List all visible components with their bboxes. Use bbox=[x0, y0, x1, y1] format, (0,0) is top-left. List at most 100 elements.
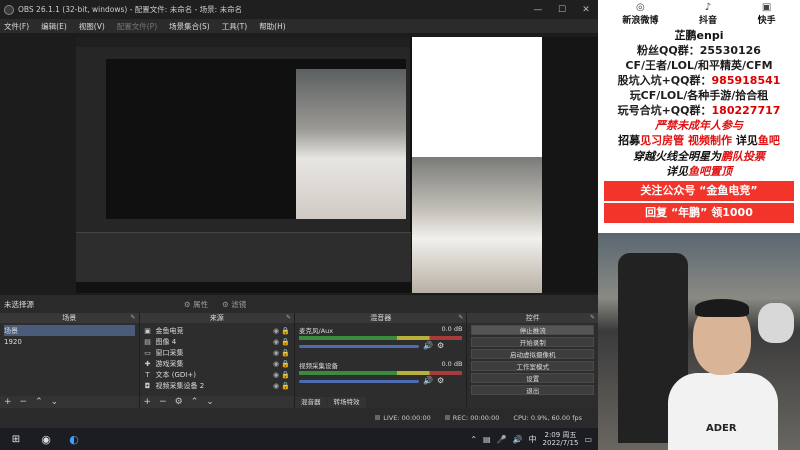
rec-time: REC: 00:00:00 bbox=[452, 414, 500, 422]
recruit-line: 招募见习房管 视频制作 详见鱼吧 bbox=[598, 133, 800, 149]
nested-taskbar bbox=[76, 282, 411, 293]
dock-float-icon[interactable]: ✎ bbox=[131, 313, 136, 323]
menu-scene-collection[interactable]: 场景集合(S) bbox=[169, 21, 210, 32]
preview-canvas[interactable] bbox=[0, 33, 600, 295]
scenes-dock-title: 场景 bbox=[62, 314, 77, 322]
obs-taskbar-icon[interactable]: ◉ bbox=[32, 428, 60, 450]
menu-tools[interactable]: 工具(T) bbox=[222, 21, 247, 32]
stop-streaming-button[interactable]: 停止推流 bbox=[471, 325, 594, 335]
social-label: 抖音 bbox=[698, 16, 717, 26]
volume-meter bbox=[299, 371, 463, 375]
move-up-button[interactable]: ⌃ bbox=[191, 397, 199, 407]
follow-banner: 关注公众号 “金鱼电竞” bbox=[604, 181, 794, 201]
rec-indicator-icon bbox=[444, 415, 450, 420]
ime-icon[interactable]: 中 bbox=[529, 434, 537, 445]
eye-icon[interactable]: ◉ 🔒 bbox=[273, 360, 290, 368]
source-item[interactable]: ▤ 图像 4 ◉ 🔒 bbox=[144, 336, 290, 347]
scene-item[interactable]: 场景 bbox=[4, 325, 135, 336]
volume-slider[interactable] bbox=[299, 380, 420, 383]
virtual-camera-button[interactable]: 启动虚拟摄像机 bbox=[471, 349, 594, 359]
gear-icon[interactable]: ⚙ bbox=[437, 341, 444, 350]
mic-icon[interactable]: 🎤 bbox=[497, 435, 507, 444]
move-up-button[interactable]: ⌃ bbox=[35, 397, 43, 407]
add-source-button[interactable]: + bbox=[144, 397, 152, 407]
source-item[interactable]: ✚ 游戏采集 ◉ 🔒 bbox=[144, 358, 290, 369]
eye-icon[interactable]: ◉ 🔒 bbox=[273, 327, 290, 335]
move-down-button[interactable]: ⌄ bbox=[206, 397, 214, 407]
eye-icon[interactable]: ◉ 🔒 bbox=[273, 349, 290, 357]
volume-icon[interactable]: 🔊 bbox=[513, 435, 523, 444]
maximize-button[interactable]: ☐ bbox=[550, 5, 574, 15]
menu-help[interactable]: 帮助(H) bbox=[259, 21, 286, 32]
move-down-button[interactable]: ⌄ bbox=[51, 397, 59, 407]
gamepad-icon: ✚ bbox=[144, 359, 151, 368]
source-item[interactable]: T 文本 (GDI+) ◉ 🔒 bbox=[144, 369, 290, 380]
mixer-dock-title: 混音器 bbox=[370, 314, 392, 322]
source-label: 文本 (GDI+) bbox=[155, 370, 196, 379]
source-item[interactable]: ▭ 窗口采集 ◉ 🔒 bbox=[144, 347, 290, 358]
close-button[interactable]: ✕ bbox=[574, 5, 598, 15]
remove-source-button[interactable]: − bbox=[159, 397, 167, 407]
clock[interactable]: 2:09 周五 2022/7/15 bbox=[543, 431, 579, 447]
mixer-channel: 麦克风/Aux 0.0 dB 🔊 ⚙ bbox=[295, 323, 466, 352]
social-label: 快手 bbox=[757, 16, 776, 26]
network-icon[interactable]: ▤ bbox=[483, 435, 491, 444]
speaker-icon[interactable]: 🔊 bbox=[423, 376, 433, 385]
kuaishou-icon: ▣ bbox=[761, 2, 772, 13]
studio-mode-button[interactable]: 工作室模式 bbox=[471, 361, 594, 371]
scene-item[interactable]: 1920 bbox=[4, 336, 135, 347]
menu-view[interactable]: 视图(V) bbox=[79, 21, 105, 32]
menu-file[interactable]: 文件(F) bbox=[4, 21, 29, 32]
properties-button[interactable]: ⚙ 属性 bbox=[184, 299, 208, 310]
eye-icon[interactable]: ◉ 🔒 bbox=[273, 338, 290, 346]
dock-float-icon[interactable]: ✎ bbox=[286, 313, 291, 323]
stream-info-overlay: ◎ 新浪微博 ♪ 抖音 ▣ 快手 芷鹏enpi 粉丝QQ群：25530126 CF/王… bbox=[598, 0, 800, 233]
gear-icon[interactable]: ⚙ bbox=[437, 376, 444, 385]
recruit-where: 鱼吧 bbox=[757, 134, 780, 147]
nested-obs-title bbox=[76, 37, 410, 47]
filters-button[interactable]: ⚙ 滤镜 bbox=[222, 299, 246, 310]
source-item[interactable]: ◘ 视频采集设备 2 ◉ 🔒 bbox=[144, 380, 290, 391]
nested-preview bbox=[106, 59, 406, 219]
dock-float-icon[interactable]: ✎ bbox=[458, 313, 463, 323]
menu-edit[interactable]: 编辑(E) bbox=[41, 21, 67, 32]
overlay-line-label: 玩号合坑+QQ群： bbox=[617, 104, 712, 117]
start-recording-button[interactable]: 开始录制 bbox=[471, 337, 594, 347]
volume-slider[interactable] bbox=[299, 345, 420, 348]
live-indicator-icon bbox=[375, 415, 381, 420]
tab-mixer[interactable]: 混音器 bbox=[295, 397, 327, 408]
nested-docks bbox=[76, 232, 411, 282]
source-settings-gear-icon[interactable]: ⚙ bbox=[175, 397, 183, 407]
add-scene-button[interactable]: + bbox=[4, 397, 12, 407]
source-item[interactable]: ▣ 金鱼电竞 ◉ 🔒 bbox=[144, 325, 290, 336]
windows-taskbar: ⊞ ◉ ◐ ⌃ ▤ 🎤 🔊 中 2:09 周五 2022/7/15 ▭ bbox=[0, 428, 598, 450]
windows-start-icon[interactable]: ⊞ bbox=[0, 428, 32, 450]
eye-icon[interactable]: ◉ 🔒 bbox=[273, 382, 290, 390]
dock-float-icon[interactable]: ✎ bbox=[590, 313, 595, 323]
settings-button[interactable]: 设置 bbox=[471, 373, 594, 383]
source-label: 游戏采集 bbox=[155, 359, 184, 368]
notification-icon[interactable]: ▭ bbox=[584, 435, 592, 444]
shirt-brand: ADER bbox=[706, 423, 737, 434]
recruit-pre: 招募 bbox=[618, 134, 641, 147]
browser-taskbar-icon[interactable]: ◐ bbox=[60, 428, 88, 450]
remove-scene-button[interactable]: − bbox=[20, 397, 28, 407]
scenes-dock: 场景 ✎ 场景 1920 + − ⌃ ⌄ bbox=[0, 313, 139, 408]
source-toolbar: 未选择源 ⚙ 属性 ⚙ 滤镜 bbox=[0, 295, 598, 313]
speaker-icon[interactable]: 🔊 bbox=[423, 341, 433, 350]
tray-chevron-icon[interactable]: ⌃ bbox=[470, 435, 477, 444]
cpu-status: CPU: 0.9%, 60.00 fps bbox=[513, 414, 582, 422]
overlay-line: 玩CF/LOL/各种手游/拾合租 bbox=[629, 89, 769, 102]
cf-red: 鹏队投票 bbox=[721, 150, 765, 163]
mixer-dock: 混音器 ✎ 麦克风/Aux 0.0 dB 🔊 ⚙ 视频采集设备 0.0 dB 🔊 ⚙ 混音… bbox=[295, 313, 467, 408]
cf-line-1: 穿越火线全明星为鹏队投票 bbox=[598, 149, 800, 164]
minimize-button[interactable]: — bbox=[526, 5, 550, 15]
obs-logo-icon bbox=[4, 4, 14, 15]
menu-profile[interactable]: 配置文件(P) bbox=[117, 21, 157, 32]
nested-camera-image bbox=[296, 69, 406, 219]
overlay-line-number: 180227717 bbox=[711, 104, 781, 117]
tab-transitions[interactable]: 转场特效 bbox=[327, 397, 366, 408]
exit-button[interactable]: 退出 bbox=[471, 385, 594, 395]
obs-window: OBS 26.1.1 (32-bit, windows) - 配置文件: 未命名… bbox=[0, 0, 600, 428]
eye-icon[interactable]: ◉ 🔒 bbox=[273, 371, 290, 379]
